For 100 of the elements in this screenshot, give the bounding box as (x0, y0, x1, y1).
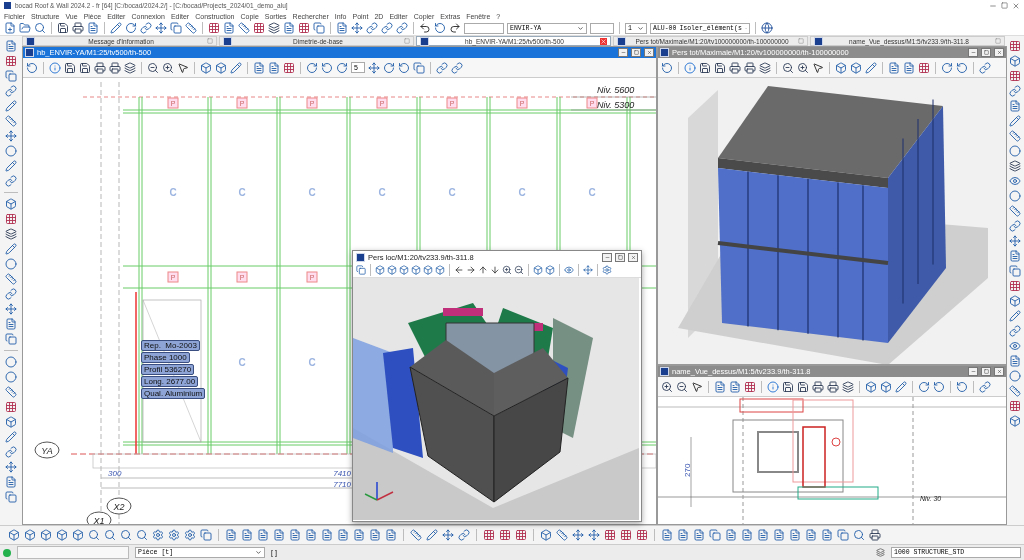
minimize-button[interactable] (968, 367, 978, 376)
save-icon[interactable] (797, 380, 809, 393)
maximize-button[interactable] (981, 48, 991, 57)
zoom-in-icon[interactable] (502, 265, 512, 275)
maximize-button[interactable] (631, 48, 641, 57)
cube-icon[interactable] (880, 380, 892, 393)
document-icon[interactable] (353, 529, 365, 541)
cube-icon[interactable] (24, 529, 36, 541)
maximize-button[interactable] (615, 252, 625, 262)
move-icon[interactable] (351, 22, 363, 34)
search-icon[interactable] (88, 529, 100, 541)
close-button[interactable] (994, 367, 1004, 376)
grid-icon[interactable] (253, 22, 265, 34)
grid-icon[interactable] (5, 401, 17, 413)
ruler-icon[interactable] (1008, 205, 1021, 217)
document-icon[interactable] (336, 22, 348, 34)
document-icon[interactable] (725, 529, 737, 541)
copy-icon[interactable] (200, 529, 212, 541)
rotate-icon[interactable] (661, 61, 673, 74)
rotate-icon[interactable] (26, 61, 38, 74)
link-icon[interactable] (381, 22, 393, 34)
zoom-out-icon[interactable] (514, 265, 524, 275)
cube-icon[interactable] (5, 416, 17, 428)
printer-icon[interactable] (827, 380, 839, 393)
rotate-icon[interactable] (125, 22, 137, 34)
layers-icon[interactable] (842, 380, 854, 393)
zoom-out-icon[interactable] (782, 61, 794, 74)
document-icon[interactable] (268, 61, 280, 74)
cube-icon[interactable] (215, 61, 227, 74)
document-icon[interactable] (223, 22, 235, 34)
copy-icon[interactable] (1008, 265, 1021, 277)
circle-icon[interactable] (5, 258, 17, 270)
link-icon[interactable] (5, 288, 17, 300)
maximize-icon[interactable] (1001, 2, 1008, 9)
document-icon[interactable] (661, 529, 673, 541)
cube-icon[interactable] (435, 265, 445, 275)
pencil-icon[interactable] (5, 160, 17, 172)
layers-icon[interactable] (5, 228, 17, 240)
grid-icon[interactable] (636, 529, 648, 541)
pencil-icon[interactable] (230, 61, 242, 74)
grid-icon[interactable] (1008, 40, 1021, 52)
document-icon[interactable] (789, 529, 801, 541)
document-icon[interactable] (385, 529, 397, 541)
cube-icon[interactable] (865, 380, 877, 393)
printer-icon[interactable] (72, 22, 84, 34)
copy-icon[interactable] (837, 529, 849, 541)
minimize-button[interactable] (618, 48, 628, 57)
settings-icon[interactable] (602, 265, 612, 275)
rotate-icon[interactable] (956, 380, 968, 393)
document-icon[interactable] (87, 22, 99, 34)
pencil-icon[interactable] (5, 100, 17, 112)
save-icon[interactable] (782, 380, 794, 393)
document-icon[interactable] (757, 529, 769, 541)
arrow-down-icon[interactable] (490, 265, 500, 275)
save-icon[interactable] (64, 61, 76, 74)
arrow-up-icon[interactable] (478, 265, 488, 275)
grid-icon[interactable] (918, 61, 930, 74)
search-icon[interactable] (853, 529, 865, 541)
cube-icon[interactable] (8, 529, 20, 541)
copy-icon[interactable] (170, 22, 182, 34)
cube-icon[interactable] (5, 198, 17, 210)
move-icon[interactable] (572, 529, 584, 541)
eye-icon[interactable] (1008, 175, 1021, 187)
pencil-icon[interactable] (895, 380, 907, 393)
link-icon[interactable] (436, 61, 448, 74)
printer-icon[interactable] (94, 61, 106, 74)
link-icon[interactable] (5, 175, 17, 187)
grid-icon[interactable] (5, 213, 17, 225)
cube-icon[interactable] (40, 529, 52, 541)
move-icon[interactable] (368, 61, 380, 74)
cube-icon[interactable] (533, 265, 543, 275)
ruler-icon[interactable] (5, 115, 17, 127)
link-icon[interactable] (1008, 325, 1021, 337)
move-icon[interactable] (1008, 235, 1021, 247)
document-icon[interactable] (1008, 355, 1021, 367)
rotate-icon[interactable] (306, 61, 318, 74)
link-icon[interactable] (396, 22, 408, 34)
cube-icon[interactable] (423, 265, 433, 275)
folder-icon[interactable] (19, 22, 31, 34)
minimize-button[interactable] (968, 48, 978, 57)
arrow-left-icon[interactable] (454, 265, 464, 275)
rotate-icon[interactable] (933, 380, 945, 393)
save-icon[interactable] (57, 22, 69, 34)
save-icon[interactable] (699, 61, 711, 74)
pencil-icon[interactable] (865, 61, 877, 74)
pencil-icon[interactable] (1008, 310, 1021, 322)
cube-icon[interactable] (850, 61, 862, 74)
copy-icon[interactable] (5, 70, 17, 82)
new-file-icon[interactable] (4, 22, 16, 34)
grid-icon[interactable] (620, 529, 632, 541)
ruler-icon[interactable] (1008, 130, 1021, 142)
document-icon[interactable] (821, 529, 833, 541)
document-icon[interactable] (741, 529, 753, 541)
arrow-right-icon[interactable] (466, 265, 476, 275)
document-icon[interactable] (241, 529, 253, 541)
circle-icon[interactable] (5, 371, 17, 383)
cube-icon[interactable] (1008, 415, 1021, 427)
cube-icon[interactable] (540, 529, 552, 541)
cube-icon[interactable] (387, 265, 397, 275)
search-icon[interactable] (34, 22, 46, 34)
